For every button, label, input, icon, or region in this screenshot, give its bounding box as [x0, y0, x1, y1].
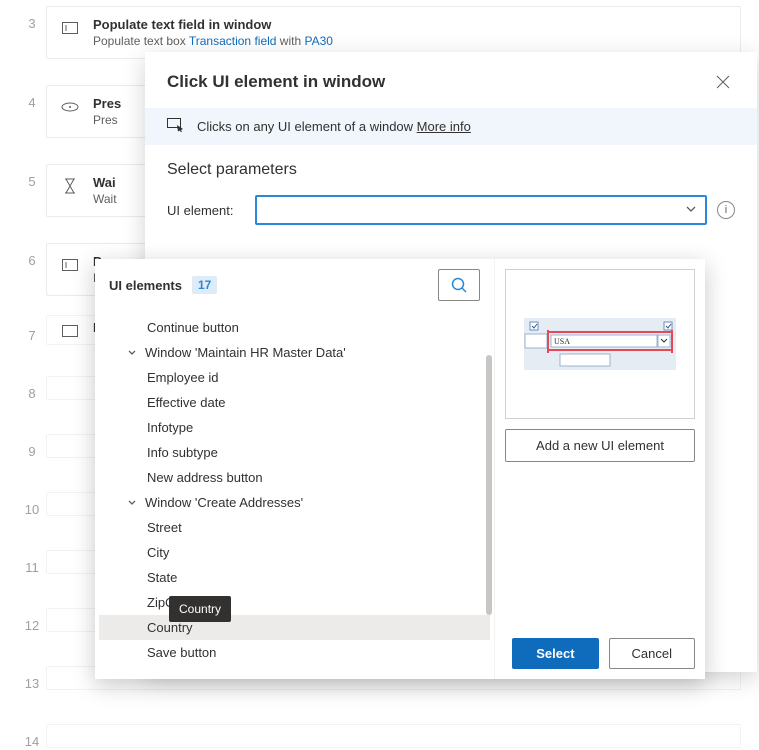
tree-item[interactable]: State	[99, 565, 490, 590]
preview-box: USA	[505, 269, 695, 419]
ui-element-picker: UI elements 17 Continue button Window 'Ma…	[95, 259, 705, 679]
ui-element-tree[interactable]: Continue button Window 'Maintain HR Maste…	[95, 313, 494, 679]
info-bar-text: Clicks on any UI element of a window Mor…	[197, 119, 471, 134]
add-ui-element-button[interactable]: Add a new UI element	[505, 429, 695, 462]
step-number: 7	[18, 318, 46, 343]
scrollbar-thumb[interactable]	[486, 355, 492, 615]
tree-item[interactable]: City	[99, 540, 490, 565]
tree-group[interactable]: Window 'Create Addresses'	[99, 490, 490, 515]
step-subtitle: Wait	[93, 192, 117, 206]
step-number: 10	[18, 492, 46, 517]
tree-group[interactable]: Window 'Maintain HR Master Data'	[99, 340, 490, 365]
step-subtitle: Pres	[93, 113, 121, 127]
step-number: 12	[18, 608, 46, 633]
param-ui-element-row: UI element: i	[145, 185, 757, 235]
step-row-14: 14	[18, 722, 741, 750]
step-number: 8	[18, 376, 46, 401]
scrollbar[interactable]	[486, 303, 492, 673]
section-title: Select parameters	[145, 145, 757, 185]
ui-element-dropdown[interactable]	[255, 195, 707, 225]
param-label: UI element:	[167, 203, 245, 218]
step-title: Populate text field in window	[93, 17, 333, 32]
tree-item[interactable]: New address button	[99, 465, 490, 490]
tree-group-label: Window 'Maintain HR Master Data'	[145, 345, 346, 360]
picker-header: UI elements	[109, 278, 182, 293]
more-info-link[interactable]: More info	[417, 119, 471, 134]
step-number: 5	[18, 164, 46, 189]
info-bar: Clicks on any UI element of a window Mor…	[145, 108, 757, 145]
step-title: Pres	[93, 96, 121, 111]
hourglass-icon	[61, 177, 79, 195]
textbox-icon	[61, 322, 79, 340]
click-ui-element-dialog: Click UI element in window Clicks on any…	[145, 52, 757, 672]
tree-item[interactable]: Info subtype	[99, 440, 490, 465]
chevron-down-icon	[685, 203, 697, 218]
step-number: 14	[18, 724, 46, 749]
tree-item[interactable]: Continue button	[99, 315, 490, 340]
step-card[interactable]	[46, 724, 741, 748]
step-title: Wai	[93, 175, 117, 190]
select-button[interactable]: Select	[512, 638, 598, 669]
step-number: 13	[18, 666, 46, 691]
keyboard-icon	[61, 98, 79, 116]
element-count-badge: 17	[192, 276, 217, 294]
step-number: 11	[18, 550, 46, 575]
step-number: 3	[18, 6, 46, 31]
chevron-down-icon	[125, 496, 139, 510]
tree-item[interactable]: Employee id	[99, 365, 490, 390]
info-icon[interactable]: i	[717, 201, 735, 219]
preview-value: USA	[554, 337, 570, 346]
textbox-icon	[61, 256, 79, 274]
textbox-icon	[61, 19, 79, 37]
step-subtitle: Populate text box Transaction field with…	[93, 34, 333, 48]
tree-item[interactable]: ZipCode	[99, 590, 490, 615]
tree-item[interactable]: Effective date	[99, 390, 490, 415]
tree-item[interactable]: Country	[99, 615, 490, 640]
tree-item[interactable]: Street	[99, 515, 490, 540]
tree-group-label: Window 'Create Addresses'	[145, 495, 303, 510]
dialog-title: Click UI element in window	[167, 72, 711, 92]
chevron-down-icon	[125, 346, 139, 360]
click-cursor-icon	[167, 118, 185, 135]
search-button[interactable]	[438, 269, 480, 301]
step-number: 9	[18, 434, 46, 459]
tree-item[interactable]: Infotype	[99, 415, 490, 440]
step-number: 6	[18, 243, 46, 268]
tree-item[interactable]: Save button	[99, 640, 490, 665]
close-icon[interactable]	[711, 70, 735, 94]
cancel-button[interactable]: Cancel	[609, 638, 695, 669]
step-number: 4	[18, 85, 46, 110]
